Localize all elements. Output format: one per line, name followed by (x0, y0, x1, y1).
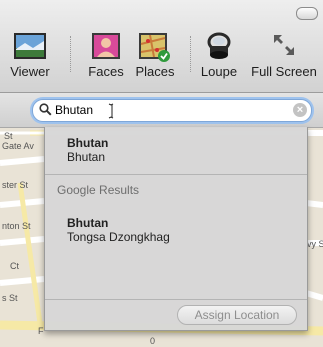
google-results-header: Google Results (57, 183, 140, 197)
google-result-item[interactable]: Bhutan Tongsa Dzongkhag (67, 216, 170, 244)
toolbar: Viewer Faces Places Loupe Full Screen (0, 0, 323, 93)
map-street-label: nton St (2, 221, 31, 231)
clear-search-icon[interactable]: × (293, 103, 307, 117)
map-street-label: St (4, 131, 13, 141)
google-result-title: Bhutan (67, 216, 109, 230)
toolbar-separator (190, 36, 191, 72)
local-result-subtitle: Bhutan (67, 150, 106, 164)
viewer-button[interactable]: Viewer (4, 28, 56, 88)
text-cursor-icon (108, 103, 116, 124)
viewer-icon (13, 32, 47, 65)
toolbar-toggle-button[interactable] (296, 7, 318, 20)
loupe-icon (203, 32, 235, 67)
assign-location-button[interactable]: Assign Location (177, 305, 297, 325)
viewer-label: Viewer (10, 64, 50, 79)
search-field[interactable]: × (32, 99, 312, 122)
divider (45, 299, 307, 300)
map-street-label: F (38, 326, 44, 336)
faces-icon (91, 32, 121, 65)
search-input[interactable] (55, 102, 285, 118)
divider (45, 174, 307, 175)
map-street-label: vy S (307, 239, 323, 249)
places-icon (138, 32, 172, 67)
full-screen-label: Full Screen (251, 64, 317, 79)
map-street-label: Gate Av (2, 141, 34, 151)
google-result-subtitle: Tongsa Dzongkhag (67, 230, 170, 244)
full-screen-icon (271, 32, 297, 63)
faces-button[interactable]: Faces (80, 28, 132, 88)
toolbar-separator (70, 36, 71, 72)
places-label: Places (135, 64, 175, 79)
map-street-label: 0 (150, 336, 156, 346)
loupe-button[interactable]: Loupe (194, 28, 244, 88)
search-results-dropdown: Bhutan Bhutan Google Results Bhutan Tong… (44, 127, 308, 331)
loupe-label: Loupe (200, 64, 238, 79)
search-bar: × (0, 93, 323, 128)
full-screen-button[interactable]: Full Screen (248, 28, 320, 88)
local-result-item[interactable]: Bhutan Bhutan (67, 136, 108, 164)
places-button[interactable]: Places (130, 28, 180, 88)
map-street-label: Ct (10, 261, 19, 271)
faces-label: Faces (88, 64, 124, 79)
map-street-label: ster St (2, 180, 29, 190)
local-result-title: Bhutan (67, 136, 109, 150)
search-icon (39, 103, 52, 121)
map-street-label: s St (2, 293, 18, 303)
